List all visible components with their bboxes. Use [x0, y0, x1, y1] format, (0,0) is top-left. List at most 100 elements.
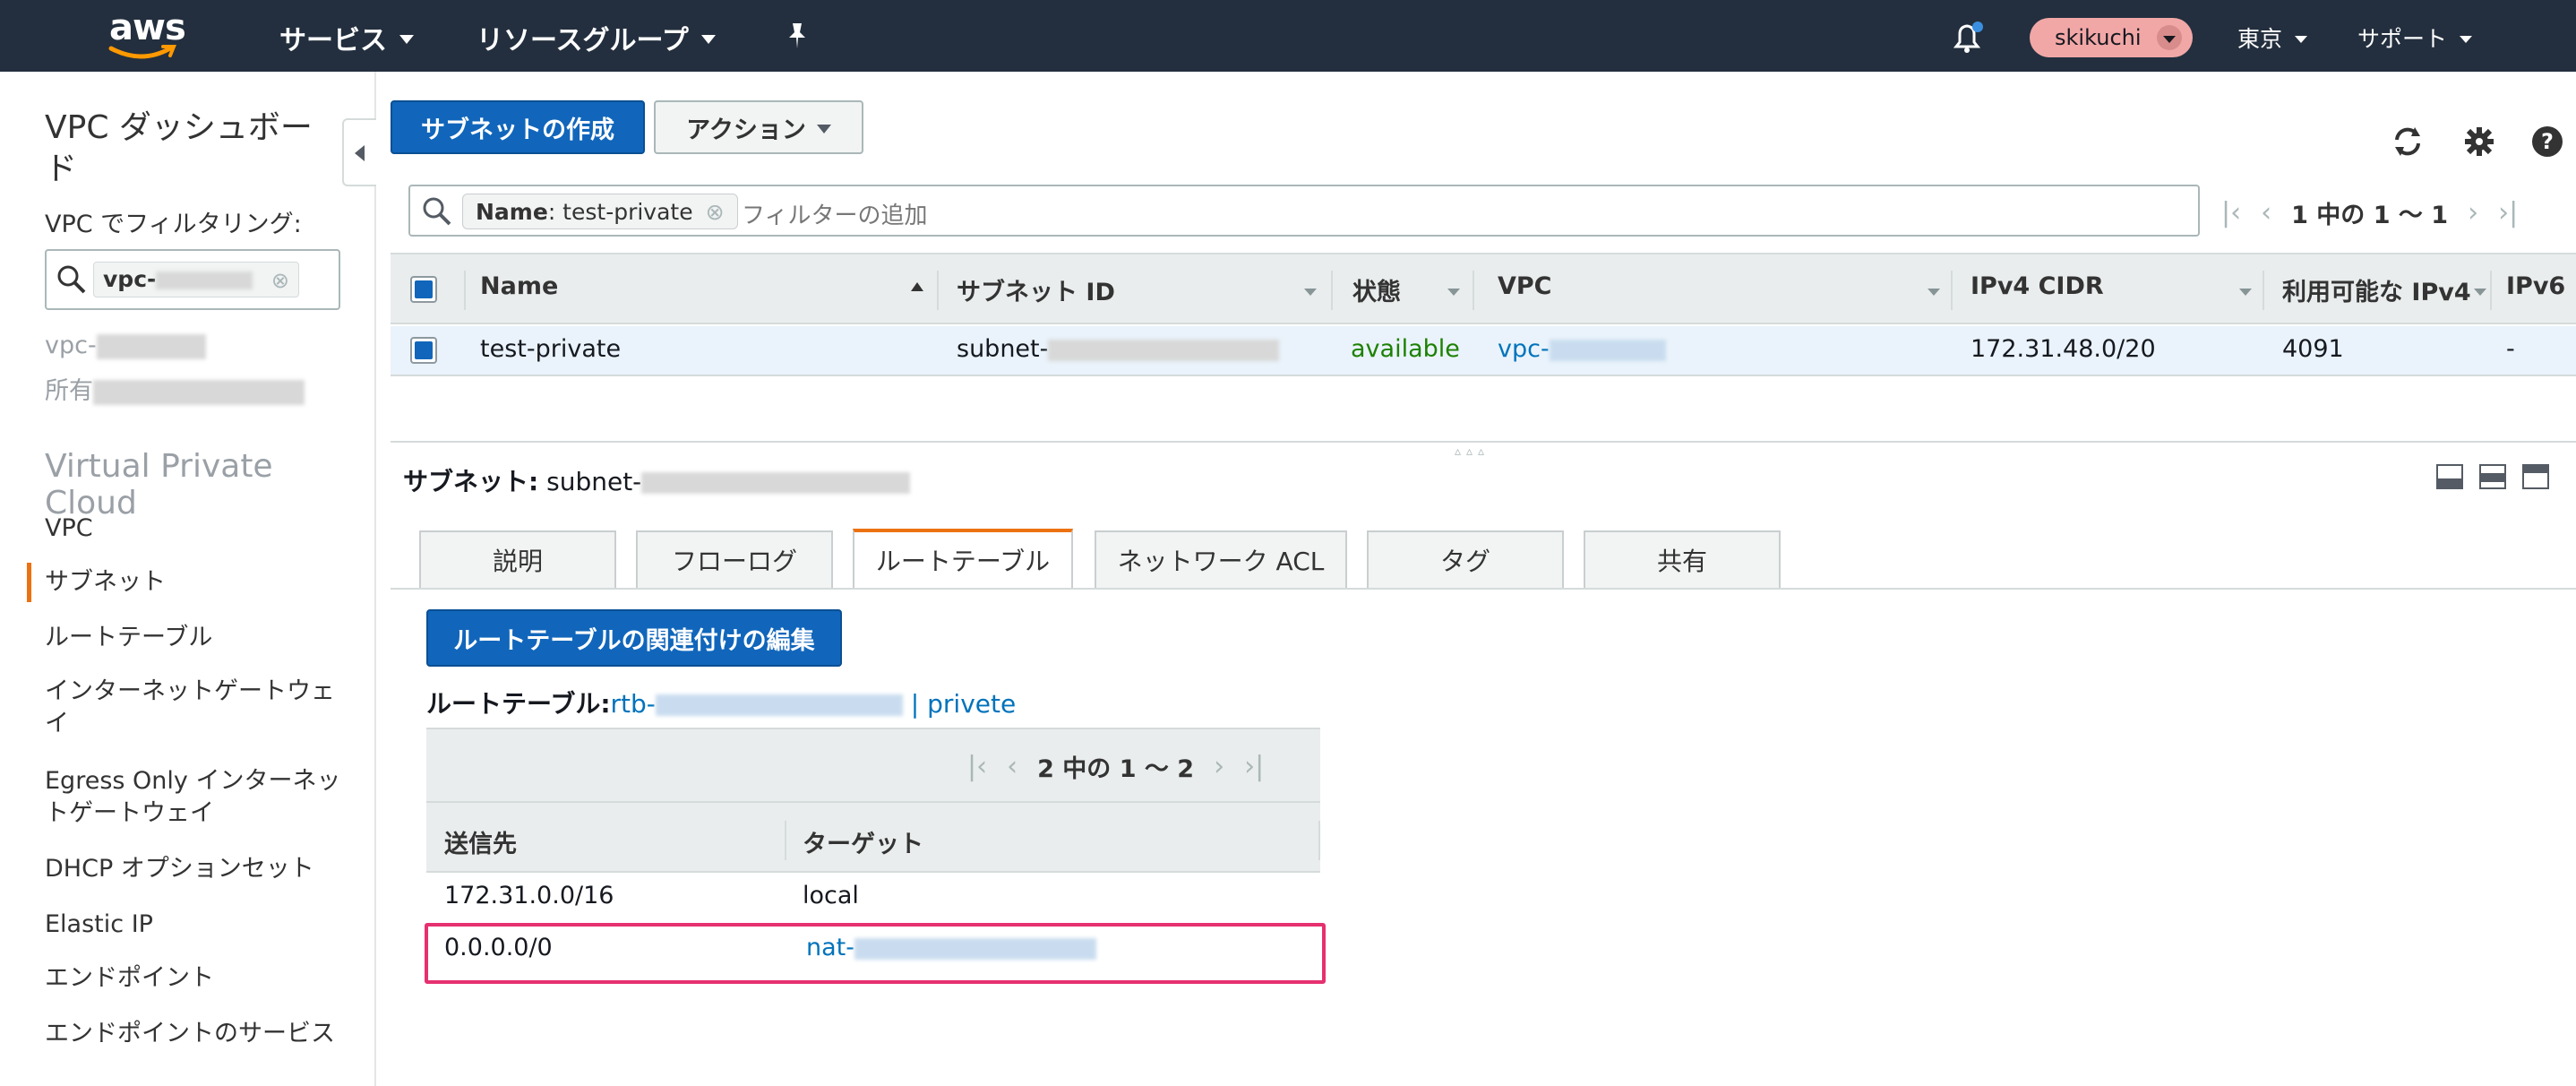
chevron-down-icon[interactable]: [1447, 289, 1460, 296]
cell-vpc-link[interactable]: vpc-: [1498, 335, 1666, 363]
selected-vpc-owner: 所有: [45, 371, 305, 406]
sidebar-item-elastic-ip[interactable]: Elastic IP: [45, 909, 349, 941]
detail-subnet-id: subnet-: [546, 467, 642, 496]
drag-handle-icon[interactable]: ▵▵▵: [1455, 444, 1490, 459]
sidebar-item-endpoint-services[interactable]: エンドポイントのサービス: [45, 1018, 340, 1050]
sidebar-item-subnets[interactable]: サブネット: [45, 566, 349, 599]
region-menu[interactable]: 東京: [2237, 22, 2308, 54]
services-menu[interactable]: サービス: [279, 18, 414, 57]
sort-asc-icon[interactable]: [910, 281, 924, 292]
bell-icon[interactable]: [1949, 20, 1985, 59]
panel-splitter[interactable]: [391, 441, 2576, 443]
view-bottom-icon[interactable]: [2436, 464, 2463, 489]
column-header-state[interactable]: 状態: [1352, 272, 1401, 307]
edit-route-table-association-button[interactable]: ルートテーブルの関連付けの編集: [426, 609, 842, 667]
last-page-icon[interactable]: ›|: [2498, 197, 2518, 228]
sidebar-item-endpoints[interactable]: エンドポイント: [45, 962, 349, 995]
chevron-down-icon[interactable]: [1304, 289, 1317, 296]
vpc-filter-chip[interactable]: vpc- ⊗: [93, 262, 299, 297]
sidebar-item-egress-only-gateways[interactable]: Egress Only インターネットゲートウェイ: [45, 765, 358, 830]
sidebar-collapse-button[interactable]: [342, 118, 376, 186]
routes-pager-bar: |‹ ‹ 2 中の 1 〜 2 › ›|: [426, 728, 1320, 801]
aws-logo[interactable]: aws: [106, 7, 186, 63]
route-table-line: ルートテーブル:rtb- | privete: [426, 685, 1016, 720]
gear-icon[interactable]: [2461, 124, 2497, 159]
tabs-divider: [391, 588, 2576, 590]
tab-flow-logs[interactable]: フローログ: [636, 530, 833, 588]
first-page-icon[interactable]: |‹: [2221, 197, 2241, 228]
chevron-down-icon: [816, 125, 831, 134]
first-page-icon[interactable]: |‹: [967, 751, 987, 782]
next-page-icon[interactable]: ›: [1214, 751, 1224, 782]
sidebar-item-vpc[interactable]: VPC: [45, 513, 349, 545]
column-header-ipv4-cidr[interactable]: IPv4 CIDR: [1971, 272, 2104, 300]
chevron-down-icon: [700, 35, 716, 44]
region-label: 東京: [2237, 26, 2283, 52]
add-filter-placeholder[interactable]: フィルターの追加: [742, 197, 927, 230]
user-name: skikuchi: [2055, 25, 2142, 50]
column-header-name[interactable]: Name: [480, 272, 558, 300]
column-header-available-ipv4[interactable]: 利用可能な IPv4: [2282, 272, 2490, 307]
support-menu[interactable]: サポート: [2357, 22, 2473, 54]
create-subnet-button[interactable]: サブネットの作成: [391, 100, 645, 154]
support-label: サポート: [2357, 26, 2448, 52]
column-header-subnet-id[interactable]: サブネット ID: [957, 272, 1115, 307]
view-half-icon[interactable]: [2479, 464, 2506, 489]
select-all-checkbox[interactable]: [410, 276, 437, 303]
last-page-icon[interactable]: ›|: [1244, 751, 1264, 782]
routes-pager: |‹ ‹ 2 中の 1 〜 2 › ›|: [967, 749, 1264, 784]
table-row: 172.31.0.0/16 local: [426, 875, 1320, 923]
view-full-icon[interactable]: [2522, 464, 2549, 489]
row-checkbox[interactable]: [410, 337, 437, 364]
column-header-target[interactable]: ターゲット: [803, 824, 923, 859]
tab-route-table[interactable]: ルートテーブル: [853, 529, 1073, 590]
table-row[interactable]: test-private subnet- available vpc- 172.…: [391, 326, 2576, 376]
sidebar-item-internet-gateways[interactable]: インターネットゲートウェイ: [45, 676, 349, 740]
column-header-destination[interactable]: 送信先: [444, 824, 517, 859]
svg-text:?: ?: [2541, 129, 2554, 154]
column-header-ipv6[interactable]: IPv6: [2506, 272, 2565, 300]
route-destination: 172.31.0.0/16: [444, 882, 614, 909]
prev-page-icon[interactable]: ‹: [1007, 751, 1018, 782]
routes-pager-text: 2 中の 1 〜 2: [1037, 755, 1195, 783]
pager-text: 1 中の 1 〜 1: [2291, 202, 2449, 229]
column-header-vpc[interactable]: VPC: [1498, 272, 1552, 300]
highlight-box: [425, 923, 1326, 984]
filter-bar[interactable]: Name : test-private ⊗ フィルターの追加: [408, 185, 2200, 237]
sidebar-item-route-tables[interactable]: ルートテーブル: [45, 622, 349, 654]
aws-smile-icon: [108, 45, 176, 59]
filter-chip-name[interactable]: Name : test-private ⊗: [462, 194, 738, 229]
refresh-icon[interactable]: [2390, 124, 2426, 159]
tab-network-acl[interactable]: ネットワーク ACL: [1095, 530, 1347, 588]
table-pager: |‹ ‹ 1 中の 1 〜 1 › ›|: [2221, 195, 2518, 230]
user-menu[interactable]: skikuchi: [2030, 18, 2193, 57]
cell-name: test-private: [480, 335, 622, 363]
tab-tags[interactable]: タグ: [1367, 530, 1564, 588]
vpc-filter-input[interactable]: vpc- ⊗: [45, 249, 340, 310]
chevron-down-icon[interactable]: [1928, 289, 1940, 296]
prev-page-icon[interactable]: ‹: [2261, 197, 2271, 228]
resource-groups-label: リソースグループ: [477, 25, 689, 56]
sidebar-section-vpc: Virtual Private Cloud: [45, 448, 273, 521]
sidebar-item-dhcp-options[interactable]: DHCP オプションセット: [45, 853, 349, 885]
cell-subnet-id: subnet-: [957, 335, 1280, 363]
chevron-down-icon[interactable]: [2474, 289, 2486, 296]
clear-icon[interactable]: ⊗: [271, 268, 289, 293]
pin-icon[interactable]: [785, 22, 810, 54]
search-icon: [57, 265, 86, 294]
tab-description[interactable]: 説明: [419, 530, 616, 588]
actions-button[interactable]: アクション: [654, 100, 863, 154]
resource-groups-menu[interactable]: リソースグループ: [477, 18, 716, 57]
cell-ipv4-cidr: 172.31.48.0/20: [1971, 335, 2156, 363]
next-page-icon[interactable]: ›: [2468, 197, 2478, 228]
tab-sharing[interactable]: 共有: [1584, 530, 1781, 588]
clear-icon[interactable]: ⊗: [706, 199, 725, 225]
redacted-text: [156, 272, 253, 289]
vpc-filter-label: VPC でフィルタリング:: [45, 211, 302, 238]
routes-table-header: 送信先 ターゲット: [426, 801, 1320, 873]
help-icon[interactable]: ?: [2529, 124, 2565, 159]
route-table-link[interactable]: rtb- | privete: [611, 689, 1017, 719]
chevron-down-icon[interactable]: [2239, 289, 2252, 296]
sidebar-title[interactable]: VPC ダッシュボード: [45, 108, 331, 190]
chevron-down-icon: [2295, 36, 2308, 43]
